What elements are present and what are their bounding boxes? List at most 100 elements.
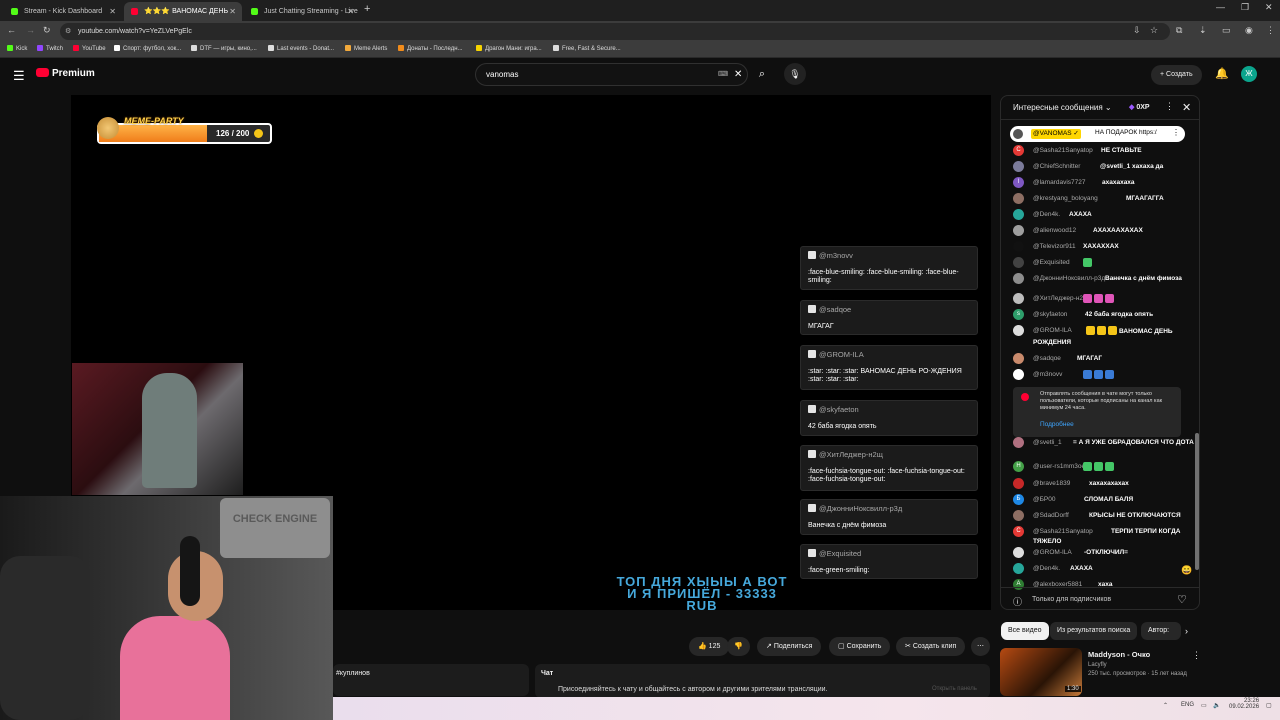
- create-clip-button[interactable]: ✂ Создать клип: [896, 637, 966, 656]
- chat-username[interactable]: @БР00: [1033, 495, 1055, 504]
- chat-username[interactable]: @Sasha21Sanyatop: [1033, 527, 1093, 536]
- youtube-premium-logo[interactable]: Premium: [36, 68, 95, 79]
- browser-tab-just-chatting[interactable]: Just Chatting Streaming - Live ✕: [244, 2, 360, 21]
- tray-chevron-icon[interactable]: ⌃: [1163, 702, 1168, 709]
- bookmark-item[interactable]: Meme Alerts: [345, 45, 387, 52]
- browser-menu-icon[interactable]: ⋮: [1266, 25, 1275, 36]
- bookmark-item[interactable]: Last events - Donat...: [268, 45, 334, 52]
- chat-username[interactable]: @Den4k.: [1033, 210, 1060, 219]
- clock[interactable]: 23:26 09.02.2026: [1229, 698, 1259, 710]
- learn-more-link[interactable]: Подробнее: [1040, 421, 1074, 428]
- chat-username[interactable]: @ХитЛеджер-н2щ: [1033, 294, 1088, 303]
- avatar[interactable]: l: [1013, 177, 1024, 188]
- chat-username[interactable]: @Televizor911: [1033, 242, 1076, 251]
- avatar[interactable]: [1013, 369, 1024, 380]
- chat-username[interactable]: @GROM-ILA: [1033, 326, 1072, 335]
- video-title[interactable]: Maddyson - Очко: [1088, 650, 1150, 659]
- chat-more-icon[interactable]: ⋮: [1165, 101, 1174, 112]
- chat-username[interactable]: @Sasha21Sanyatop: [1033, 146, 1093, 155]
- language-indicator[interactable]: ENG: [1181, 702, 1194, 708]
- site-info-icon[interactable]: ⚙: [65, 23, 71, 40]
- bookmark-item[interactable]: Донаты - Последн...: [398, 45, 463, 52]
- heart-icon[interactable]: ♡: [1177, 593, 1187, 606]
- avatar[interactable]: [1013, 547, 1024, 558]
- chat-username[interactable]: @Exquisited: [1033, 258, 1070, 267]
- downloads-icon[interactable]: ⇣: [1199, 25, 1207, 36]
- avatar[interactable]: Б: [1013, 494, 1024, 505]
- avatar[interactable]: C: [1013, 145, 1024, 156]
- search-icon[interactable]: ⌕: [748, 63, 776, 86]
- bookmark-item[interactable]: DTF — игры, кино,...: [191, 45, 257, 52]
- create-button[interactable]: + Создать: [1151, 65, 1202, 85]
- bookmark-item[interactable]: Free, Fast & Secure...: [553, 45, 621, 52]
- pinned-message[interactable]: @VANOMAS ✓ НА ПОДАРОК https://... ⋮: [1010, 126, 1185, 142]
- avatar[interactable]: [1013, 241, 1024, 252]
- open-panel-button[interactable]: Открыть панель: [932, 686, 977, 692]
- sidebar-icon[interactable]: ▭: [1222, 25, 1231, 36]
- address-bar[interactable]: ⚙ youtube.com/watch?v=YeZLVePgElc: [60, 23, 1170, 40]
- profile-icon[interactable]: ◉: [1245, 25, 1253, 36]
- avatar[interactable]: H: [1013, 461, 1024, 472]
- avatar[interactable]: [1013, 478, 1024, 489]
- bookmark-item[interactable]: YouTube: [73, 45, 106, 52]
- back-icon[interactable]: ←: [7, 25, 16, 35]
- share-button[interactable]: ↗ Поделиться: [757, 637, 822, 656]
- maximize-icon[interactable]: ❐: [1241, 2, 1249, 13]
- avatar[interactable]: [1013, 563, 1024, 574]
- keyboard-icon[interactable]: ⌨: [718, 64, 728, 85]
- chat-username[interactable]: @GROM-ILA: [1033, 548, 1072, 557]
- chat-username[interactable]: @svetli_1: [1033, 438, 1062, 447]
- info-icon[interactable]: ⓘ: [1013, 595, 1022, 608]
- chat-username[interactable]: @krestyang_boloyang: [1033, 194, 1098, 203]
- close-icon[interactable]: ✕: [347, 2, 354, 21]
- bookmark-star-icon[interactable]: ☆: [1150, 25, 1158, 36]
- dislike-button[interactable]: 👎: [727, 637, 750, 656]
- clear-search-icon[interactable]: ✕: [734, 64, 742, 85]
- avatar[interactable]: s: [1013, 309, 1024, 320]
- avatar[interactable]: [1013, 325, 1024, 336]
- avatar[interactable]: [1013, 225, 1024, 236]
- close-window-icon[interactable]: ✕: [1265, 2, 1273, 13]
- avatar[interactable]: [1013, 437, 1024, 448]
- save-button[interactable]: ▢ Сохранить: [829, 637, 891, 656]
- video-author[interactable]: Lacyfly: [1088, 662, 1107, 668]
- rec-tab-all[interactable]: Все видео: [1001, 622, 1049, 640]
- avatar[interactable]: [1013, 510, 1024, 521]
- forward-icon[interactable]: →: [26, 25, 35, 35]
- notifications-icon[interactable]: ▢: [1266, 702, 1272, 709]
- avatar[interactable]: [1013, 293, 1024, 304]
- chat-username[interactable]: @ДжонниНоксвилл-р3д: [1033, 274, 1105, 283]
- avatar[interactable]: [1013, 257, 1024, 268]
- bookmark-item[interactable]: Драгон Мани: игра...: [476, 45, 542, 52]
- new-tab-button[interactable]: +: [364, 3, 370, 15]
- avatar[interactable]: C: [1013, 526, 1024, 537]
- chat-username[interactable]: @Den4k.: [1033, 564, 1060, 573]
- browser-tab-kick-dashboard[interactable]: Stream - Kick Dashboard ✕: [4, 2, 122, 21]
- more-actions-icon[interactable]: ⋯: [971, 637, 990, 656]
- install-icon[interactable]: ⇩: [1133, 25, 1141, 36]
- chat-username[interactable]: @m3novv: [1033, 370, 1062, 379]
- video-more-icon[interactable]: ⋮: [1192, 650, 1201, 661]
- microphone-icon[interactable]: 🎙: [784, 63, 806, 85]
- chat-username[interactable]: @lamardavis7727: [1033, 178, 1086, 187]
- avatar[interactable]: [1013, 193, 1024, 204]
- avatar[interactable]: [1013, 273, 1024, 284]
- chat-username[interactable]: @ChiefSchnitter: [1033, 162, 1080, 171]
- avatar[interactable]: [1013, 161, 1024, 172]
- pinned-more-icon[interactable]: ⋮: [1172, 128, 1180, 137]
- network-icon[interactable]: ▭: [1201, 702, 1207, 709]
- account-avatar[interactable]: Ж: [1241, 66, 1257, 82]
- chat-username[interactable]: @brave1839: [1033, 479, 1070, 488]
- chevron-right-icon[interactable]: ›: [1185, 626, 1188, 636]
- chat-scrollbar[interactable]: [1195, 121, 1199, 586]
- extensions-icon[interactable]: ⧉: [1176, 25, 1182, 36]
- chat-username[interactable]: @SdadDorff: [1033, 511, 1069, 520]
- reload-icon[interactable]: ↻: [43, 25, 51, 36]
- bookmark-item[interactable]: Спорт: футбол, хок...: [114, 45, 181, 52]
- rec-tab-search[interactable]: Из результатов поиска: [1050, 622, 1138, 640]
- bookmark-item[interactable]: Twitch: [37, 45, 63, 52]
- search-input[interactable]: vanomas ⌨ ✕: [475, 63, 748, 86]
- chat-username[interactable]: @sadqoe: [1033, 354, 1061, 363]
- xp-badge[interactable]: ◆ 0XP: [1129, 103, 1150, 111]
- chat-mode-dropdown[interactable]: Интересные сообщения ⌄: [1013, 103, 1112, 112]
